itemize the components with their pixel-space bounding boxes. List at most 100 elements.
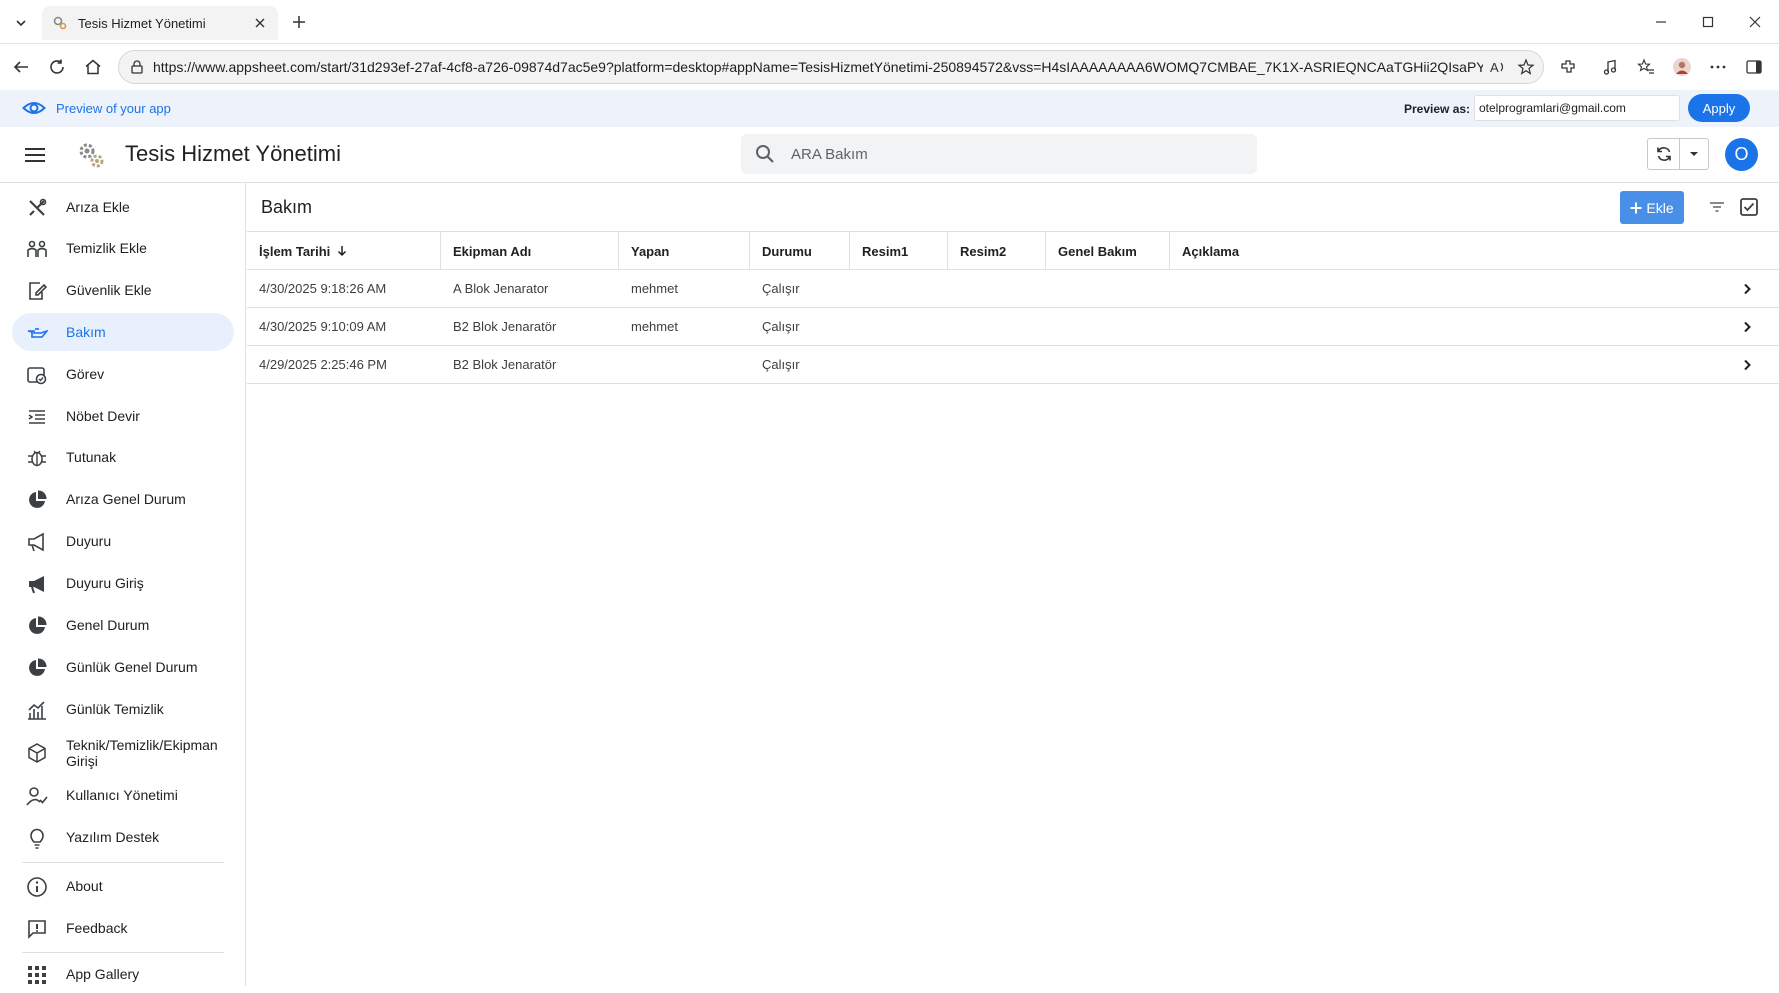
- sidebar-item-genel-durum[interactable]: Genel Durum: [12, 606, 234, 644]
- megaphone-outline-icon: [26, 531, 48, 553]
- sidebar-item-feedback[interactable]: Feedback: [12, 909, 234, 947]
- preview-indicator: Preview of your app: [22, 96, 171, 120]
- sidebar-item-ariza-ekle[interactable]: Arıza Ekle: [12, 188, 234, 226]
- favorites-list-icon[interactable]: [1634, 55, 1658, 79]
- grid-apps-icon: [26, 964, 48, 986]
- sidebar-item-kullanici-yonetimi[interactable]: Kullanıcı Yönetimi: [12, 776, 234, 814]
- read-aloud-icon[interactable]: A: [1486, 55, 1510, 79]
- sidebar-item-duyuru[interactable]: Duyuru: [12, 522, 234, 560]
- app-logo-gears-icon: [76, 140, 106, 170]
- new-tab-plus-icon[interactable]: [288, 11, 310, 33]
- sidebar-item-gunluk-temizlik[interactable]: Günlük Temizlik: [12, 690, 234, 728]
- sidebar-item-label: Güvenlik Ekle: [66, 282, 152, 298]
- sort-down-arrow-icon[interactable]: [336, 245, 348, 257]
- window-close-icon[interactable]: [1744, 12, 1766, 32]
- add-button[interactable]: Ekle: [1620, 191, 1684, 224]
- column-header-durumu[interactable]: Durumu: [750, 232, 850, 270]
- sidebar-divider: [22, 862, 224, 863]
- back-arrow-icon[interactable]: [8, 54, 34, 80]
- user-avatar[interactable]: O: [1725, 138, 1758, 171]
- column-header-resim2[interactable]: Resim2: [948, 232, 1046, 270]
- apply-button[interactable]: Apply: [1688, 94, 1750, 122]
- cell-islem-tarihi: 4/30/2025 9:10:09 AM: [259, 319, 387, 334]
- cell-islem-tarihi: 4/30/2025 9:18:26 AM: [259, 281, 387, 296]
- add-button-label: Ekle: [1646, 199, 1674, 216]
- select-checkbox-icon[interactable]: [1738, 196, 1760, 218]
- data-table: İşlem Tarihi Ekipman Adı Yapan Durumu Re…: [247, 231, 1779, 384]
- close-tab-icon[interactable]: [252, 15, 268, 31]
- column-header-ekipman-adi[interactable]: Ekipman Adı: [441, 232, 619, 270]
- sidebar-item-guvenlik-ekle[interactable]: Güvenlik Ekle: [12, 271, 234, 309]
- sidebar-item-duyuru-giris[interactable]: Duyuru Giriş: [12, 564, 234, 602]
- sidebar-item-label: Nöbet Devir: [66, 408, 140, 424]
- cell-ekipman-adi: B2 Blok Jenaratör: [453, 319, 557, 334]
- sidebar-item-ariza-genel-durum[interactable]: Arıza Genel Durum: [12, 480, 234, 518]
- pie-chart-icon: [26, 657, 48, 679]
- address-bar[interactable]: https://www.appsheet.com/start/31d293ef-…: [118, 50, 1544, 84]
- sidebar-item-gunluk-genel-durum[interactable]: Günlük Genel Durum: [12, 648, 234, 686]
- menu-icon[interactable]: [22, 142, 48, 168]
- sidebar-item-about[interactable]: About: [12, 867, 234, 905]
- sidebar-item-gorev[interactable]: Görev: [12, 355, 234, 393]
- cell-ekipman-adi: B2 Blok Jenaratör: [453, 357, 557, 372]
- list-indent-icon: [26, 406, 48, 428]
- more-options-icon[interactable]: [1706, 55, 1730, 79]
- column-header-yapan[interactable]: Yapan: [619, 232, 750, 270]
- filter-icon[interactable]: [1706, 196, 1728, 218]
- chevron-right-icon[interactable]: [1739, 281, 1755, 297]
- favorite-star-icon[interactable]: [1514, 55, 1538, 79]
- search-placeholder: ARA Bakım: [791, 145, 868, 163]
- cell-yapan: mehmet: [631, 319, 678, 334]
- task-card-icon: [26, 364, 48, 386]
- column-header-resim1[interactable]: Resim1: [850, 232, 948, 270]
- sync-dropdown-icon[interactable]: [1680, 139, 1708, 169]
- sidebar-item-yazilim-destek[interactable]: Yazılım Destek: [12, 818, 234, 856]
- chevron-right-icon[interactable]: [1739, 319, 1755, 335]
- extensions-icon[interactable]: [1556, 55, 1580, 79]
- sidebar-item-tutunak[interactable]: Tutunak: [12, 438, 234, 476]
- tab-list-chevron-icon[interactable]: [8, 10, 34, 36]
- browser-tab[interactable]: Tesis Hizmet Yönetimi: [42, 6, 278, 40]
- svg-text:A: A: [1490, 60, 1499, 75]
- minimize-icon[interactable]: [1650, 12, 1672, 32]
- table-row[interactable]: 4/29/2025 2:25:46 PM B2 Blok Jenaratör Ç…: [247, 346, 1779, 384]
- cell-yapan: mehmet: [631, 281, 678, 296]
- column-header-genel-bakim[interactable]: Genel Bakım: [1046, 232, 1170, 270]
- music-extension-icon[interactable]: [1598, 55, 1622, 79]
- sidebar-item-label: About: [66, 878, 103, 894]
- search-icon: [755, 144, 775, 164]
- sync-icon[interactable]: [1648, 139, 1680, 169]
- search-input[interactable]: ARA Bakım: [741, 134, 1257, 174]
- app-header: Tesis Hizmet Yönetimi ARA Bakım O: [0, 127, 1779, 183]
- preview-as-email-input[interactable]: [1474, 95, 1680, 121]
- table-header: İşlem Tarihi Ekipman Adı Yapan Durumu Re…: [247, 231, 1779, 270]
- site-info-icon[interactable]: [129, 59, 145, 75]
- sidebar-item-label: Teknik/Temizlik/Ekipman Girişi: [66, 737, 218, 769]
- maximize-icon[interactable]: [1697, 12, 1719, 32]
- chevron-right-icon[interactable]: [1739, 357, 1755, 373]
- sidebar-item-label: Arıza Genel Durum: [66, 491, 186, 507]
- edit-document-icon: [26, 280, 48, 302]
- sync-control: [1647, 138, 1709, 170]
- info-icon: [26, 876, 48, 898]
- sidebar-item-app-gallery[interactable]: App Gallery: [12, 955, 234, 993]
- home-icon[interactable]: [80, 54, 106, 80]
- sidebar-item-nobet-devir[interactable]: Nöbet Devir: [12, 397, 234, 435]
- sidebar-item-temizlik-ekle[interactable]: Temizlik Ekle: [12, 229, 234, 267]
- sidebar-item-label: Temizlik Ekle: [66, 240, 147, 256]
- pie-chart-icon: [26, 615, 48, 637]
- reload-icon[interactable]: [44, 54, 70, 80]
- bar-chart-icon: [26, 699, 48, 721]
- cell-yapan: [619, 346, 631, 383]
- cell-durumu: Çalışır: [762, 319, 800, 334]
- profile-avatar-icon[interactable]: [1670, 55, 1694, 79]
- sidebar-item-bakim[interactable]: Bakım: [12, 313, 234, 351]
- table-row[interactable]: 4/30/2025 9:10:09 AM B2 Blok Jenaratör m…: [247, 308, 1779, 346]
- sidebar-item-teknik-temizlik-ekipman-girisi[interactable]: Teknik/Temizlik/Ekipman Girişi: [12, 731, 234, 775]
- preview-as-label: Preview as:: [1404, 102, 1471, 116]
- column-header-aciklama[interactable]: Açıklama: [1170, 232, 1370, 270]
- table-row[interactable]: 4/30/2025 9:18:26 AM A Blok Jenarator me…: [247, 270, 1779, 308]
- sidebar-toggle-icon[interactable]: [1742, 55, 1766, 79]
- column-header-islem-tarihi[interactable]: İşlem Tarihi: [247, 232, 441, 270]
- sidebar-item-label: Feedback: [66, 920, 128, 936]
